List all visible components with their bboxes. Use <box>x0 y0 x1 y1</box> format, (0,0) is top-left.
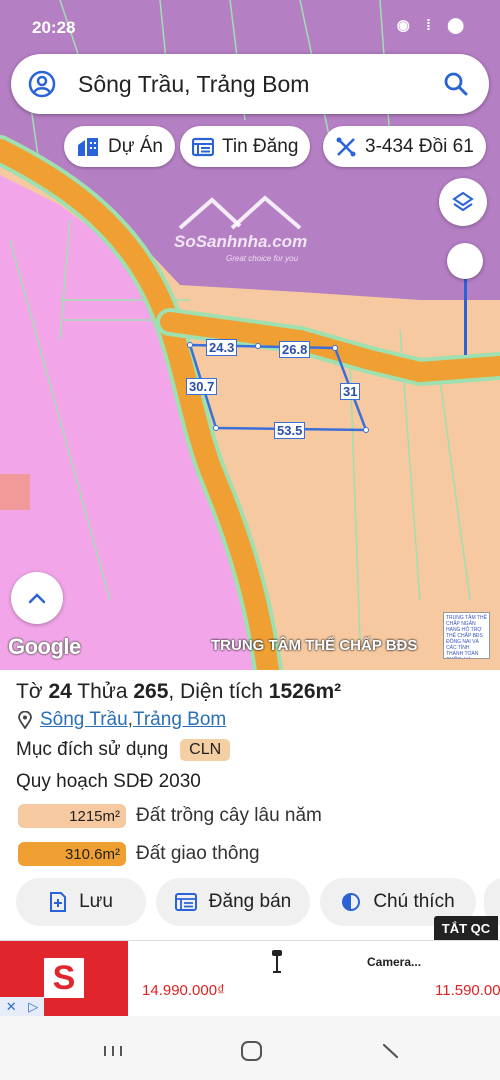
area-label: , Diện tích <box>168 680 269 703</box>
ad-price: 14.990.000₫ <box>142 982 225 999</box>
legend-swatch: 310.6m² <box>18 842 126 866</box>
account-icon[interactable] <box>28 70 56 98</box>
status-icons: ◉ ⁞ ⬤ <box>396 17 470 34</box>
expand-panel-button[interactable] <box>11 572 63 624</box>
building-icon <box>78 137 98 156</box>
title-mid: Thửa <box>71 680 134 703</box>
map-logo-subtitle: Great choice for you <box>226 254 299 263</box>
adchoices-icon[interactable]: ▷ <box>28 999 38 1015</box>
recent-apps-icon[interactable] <box>102 1044 124 1058</box>
legend-row: 310.6m² Đất giao thông <box>18 842 260 866</box>
measure-icon <box>336 137 356 156</box>
legend-label: Đất giao thông <box>136 843 260 864</box>
contrast-icon <box>342 893 361 911</box>
parcel-location: Sông Trầu, Trảng Bom <box>18 709 226 731</box>
chip-projects[interactable]: Dự Án <box>64 126 175 167</box>
bookmark-add-icon <box>50 892 67 912</box>
back-icon[interactable] <box>380 1042 402 1060</box>
ad-price: 11.590.00 <box>435 982 500 999</box>
location-commune-link[interactable]: Sông Trầu <box>40 709 128 731</box>
chip-label: Tin Đăng <box>222 135 299 157</box>
legend-button-label: Chú thích <box>373 891 455 912</box>
listing-icon <box>174 893 197 911</box>
watermark-sticker: TRUNG TÂM THẾ CHẤP NGÂN HÀNG HỖ TRỢ THẾ … <box>443 612 490 659</box>
ad-brand-logo: S <box>44 958 84 998</box>
post-sale-label: Đăng bán <box>208 891 292 912</box>
list-icon <box>192 137 214 156</box>
opacity-slider-handle[interactable] <box>447 243 483 279</box>
search-bar[interactable]: Sông Trầu, Trảng Bom <box>11 54 489 114</box>
chip-listings[interactable]: Tin Đăng <box>180 126 311 167</box>
location-pin-icon <box>18 711 32 729</box>
camera-product-icon <box>272 950 282 973</box>
chip-label: 3-434 Đồi 61 <box>365 135 474 157</box>
close-icon[interactable]: ✕ <box>6 999 17 1015</box>
parcel-info-panel: Tờ 24 Thửa 265, Diện tích 1526m² Sông Tr… <box>0 670 500 940</box>
ad-banner[interactable]: S ✕ ▷ Camera... 14.990.000₫ 11.590.00 <box>0 940 500 1017</box>
legend-swatch: 1215m² <box>18 804 126 828</box>
location-district-link[interactable]: Trảng Bom <box>133 709 226 731</box>
search-input[interactable]: Sông Trầu, Trảng Bom <box>78 71 443 98</box>
close-ad-button[interactable]: TẮT QC <box>434 916 498 940</box>
status-time: 20:28 <box>32 18 76 37</box>
land-use-label: Mục đích sử dụng <box>16 739 169 760</box>
legend-label: Đất trồng cây lâu năm <box>136 805 322 826</box>
save-button[interactable]: Lưu <box>16 878 146 926</box>
edge-length-label: 31 <box>340 383 361 400</box>
map-logo: SoSanhnha.com <box>174 232 308 251</box>
save-label: Lưu <box>79 891 113 912</box>
edge-length-label: 30.7 <box>186 378 218 395</box>
watermark-text: TRUNG TÂM THẾ CHẤP BĐS <box>211 637 418 654</box>
sheet-number: 24 <box>48 680 72 703</box>
home-icon[interactable] <box>240 1040 264 1062</box>
status-bar: 20:28 ◉ ⁞ ⬤ <box>0 0 500 48</box>
parcel-title: Tờ 24 Thửa 265, Diện tích 1526m² <box>16 680 341 704</box>
post-sale-button[interactable]: Đăng bán <box>156 878 310 926</box>
parcel-number: 265 <box>133 680 169 703</box>
planning-label: Quy hoạch SDĐ 2030 <box>16 771 201 792</box>
edge-length-label: 26.8 <box>279 341 311 358</box>
land-use-row: Mục đích sử dụng CLN <box>16 739 231 761</box>
chip-label: Dự Án <box>108 135 163 157</box>
action-bar: Lưu Đăng bán Chú thích <box>0 878 500 928</box>
edge-length-label: 53.5 <box>274 422 306 439</box>
search-icon[interactable] <box>443 71 469 97</box>
area-value: 1526m² <box>268 680 342 703</box>
system-nav-bar <box>0 1016 500 1080</box>
chip-parcel[interactable]: 3-434 Đồi 61 <box>323 126 486 167</box>
land-use-badge: CLN <box>180 739 231 761</box>
google-attribution: Google <box>8 634 81 659</box>
ad-choices[interactable]: ✕ ▷ <box>0 997 44 1017</box>
layers-button[interactable] <box>439 178 487 226</box>
legend-row: 1215m² Đất trồng cây lâu năm <box>18 804 322 828</box>
chevron-up-icon <box>28 593 46 604</box>
title-prefix: Tờ <box>16 680 49 703</box>
ad-title: Camera... <box>367 955 422 969</box>
edge-length-label: 24.3 <box>206 339 238 356</box>
layers-icon <box>452 191 474 212</box>
